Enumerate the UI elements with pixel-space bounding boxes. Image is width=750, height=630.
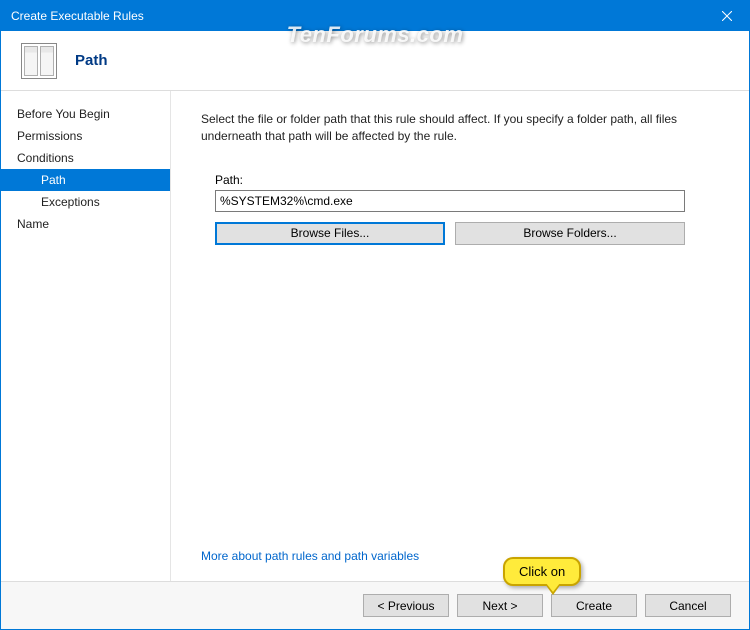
wizard-content: Select the file or folder path that this… — [171, 91, 749, 581]
path-label: Path: — [215, 173, 719, 187]
cancel-button[interactable]: Cancel — [645, 594, 731, 617]
browse-files-button[interactable]: Browse Files... — [215, 222, 445, 245]
page-title: Path — [75, 52, 108, 69]
path-input[interactable] — [215, 190, 685, 212]
create-button[interactable]: Create — [551, 594, 637, 617]
close-icon — [722, 11, 732, 21]
wizard-header: Path — [1, 31, 749, 91]
browse-folders-button[interactable]: Browse Folders... — [455, 222, 685, 245]
annotation-callout: Click on — [503, 557, 581, 586]
nav-path[interactable]: Path — [1, 169, 170, 191]
title-bar: Create Executable Rules — [1, 1, 749, 31]
more-info-link[interactable]: More about path rules and path variables — [201, 549, 719, 563]
next-button[interactable]: Next > — [457, 594, 543, 617]
wizard-footer: < Previous Next > Create Cancel — [1, 581, 749, 629]
previous-button[interactable]: < Previous — [363, 594, 449, 617]
rules-icon — [21, 43, 57, 79]
nav-permissions[interactable]: Permissions — [1, 125, 170, 147]
wizard-window: Create Executable Rules Path Before You … — [0, 0, 750, 630]
nav-exceptions[interactable]: Exceptions — [1, 191, 170, 213]
nav-conditions[interactable]: Conditions — [1, 147, 170, 169]
window-title: Create Executable Rules — [11, 9, 144, 23]
nav-name[interactable]: Name — [1, 213, 170, 235]
description-text: Select the file or folder path that this… — [201, 111, 719, 145]
nav-before-you-begin[interactable]: Before You Begin — [1, 103, 170, 125]
close-button[interactable] — [704, 1, 749, 31]
wizard-nav: Before You Begin Permissions Conditions … — [1, 91, 171, 581]
